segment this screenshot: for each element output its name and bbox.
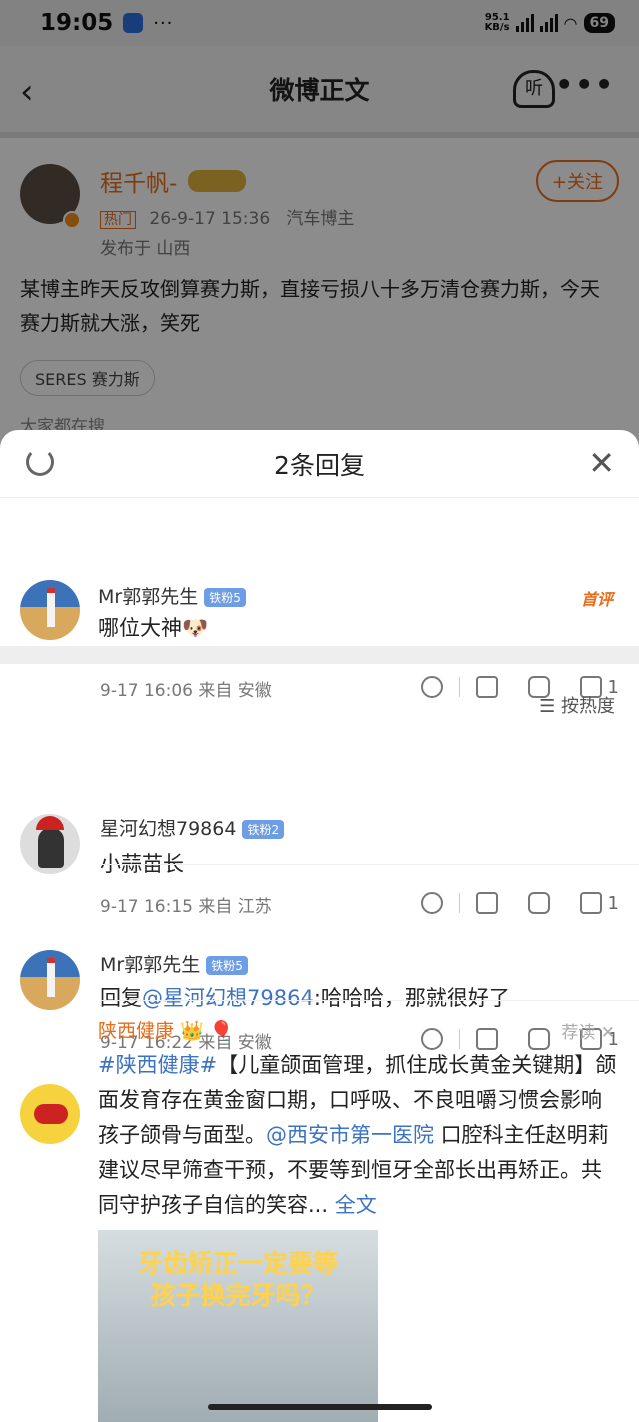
dislike-icon[interactable] — [420, 676, 443, 698]
mention-link[interactable]: @西安市第一医院 — [266, 1123, 434, 1147]
post-text: 某博主昨天反攻倒算赛力斯，直接亏损八十多万清仓赛力斯，今天赛力斯就大涨，笑死 — [20, 277, 600, 335]
more-dots-icon[interactable]: ••• — [555, 68, 615, 101]
share-icon[interactable] — [475, 892, 498, 914]
sheet-header: 2条回复 ✕ — [0, 430, 639, 498]
post-time: 26-9-17 15:36 — [149, 209, 271, 229]
comment-icon[interactable] — [527, 1028, 550, 1050]
post-location: 发布于 山西 — [100, 239, 191, 259]
recommend-tag[interactable]: 荐读 ✕ — [561, 1018, 615, 1043]
hot-tag: 热门 — [100, 211, 136, 229]
full-text-link[interactable]: 全文 — [335, 1193, 377, 1217]
post-image[interactable]: 牙齿矫正一定要等 孩子换完牙吗？ — [98, 1230, 378, 1422]
refresh-icon[interactable] — [26, 448, 54, 476]
app-notification-icon — [123, 13, 144, 33]
comment-actions: 1 — [420, 892, 619, 914]
verified-badge-icon — [63, 211, 81, 229]
comment-user[interactable]: Mr郭郭先生 铁粉5 — [100, 950, 248, 977]
battery-indicator: 69 — [583, 13, 615, 33]
dislike-icon[interactable] — [420, 1028, 443, 1050]
home-indicator[interactable] — [208, 1404, 432, 1410]
share-icon[interactable] — [475, 1028, 498, 1050]
close-icon[interactable]: ✕ — [588, 444, 615, 482]
fan-badge: 铁粉2 — [242, 820, 285, 839]
author-role: 汽车博主 — [286, 209, 355, 229]
dislike-icon[interactable] — [420, 892, 443, 914]
fan-badge: 铁粉5 — [206, 956, 248, 975]
sheet-title: 2条回复 — [274, 450, 365, 480]
comment-text: 哪位大神🐶 — [98, 616, 209, 640]
post-meta: 热门 26-9-17 15:36 汽车博主 — [100, 204, 354, 229]
signal-5g-2-icon — [539, 14, 558, 32]
comment-meta: 9-17 16:06 来自 安徽 — [100, 681, 272, 701]
image-caption: 牙齿矫正一定要等 孩子换完牙吗？ — [137, 1249, 338, 1310]
background-page: 19:05 ··· 95.1 KB/s ◠ 69 ‹ 微博正文 听 ••• 程千帆… — [0, 0, 639, 460]
comment-user[interactable]: Mr郭郭先生 铁粉5 — [98, 582, 246, 609]
author-name[interactable]: 程千帆- — [100, 164, 177, 198]
like-count: 1 — [607, 892, 619, 914]
sort-by-hot-button[interactable]: ☰ 按热度 — [539, 692, 615, 718]
wifi-icon: ◠ — [563, 13, 578, 33]
nav-bar: ‹ 微博正文 听 ••• — [0, 46, 639, 132]
divider — [100, 1000, 639, 1001]
first-comment-tag: 首评 — [580, 590, 613, 609]
comment-meta: 9-17 16:15 来自 江苏 — [100, 897, 272, 917]
chevron-left-icon[interactable]: ‹ — [20, 72, 34, 112]
avatar[interactable] — [20, 1084, 80, 1144]
follow-button[interactable]: +关注 — [535, 160, 619, 202]
comment-text: 小蒜苗长 — [100, 852, 184, 876]
more-notifications-icon: ··· — [153, 12, 174, 34]
section-divider — [0, 646, 639, 664]
network-speed: 95.1 KB/s — [484, 12, 510, 33]
fan-badge: 铁粉5 — [204, 588, 246, 607]
mention-link[interactable]: @星河幻想79864 — [142, 986, 314, 1010]
page-title: 微博正文 — [269, 76, 370, 105]
recommended-text: #陕西健康#【儿童颌面管理，抓住成长黄金关键期】颌面发育存在黄金窗口期，口呼吸、… — [98, 1053, 617, 1217]
headphone-listen-icon[interactable]: 听 — [513, 70, 555, 108]
status-bar: 19:05 ··· 95.1 KB/s ◠ 69 — [0, 0, 639, 46]
replies-sheet: 2条回复 ✕ Mr郭郭先生 铁粉5 首评 哪位大神🐶 9-17 16:06 来自 … — [0, 430, 639, 1422]
share-icon[interactable] — [475, 676, 498, 698]
level-badge-icon — [188, 170, 246, 192]
recommended-author[interactable]: 陕西健康 👑 🎈 — [98, 1016, 233, 1043]
comment-icon[interactable] — [527, 892, 550, 914]
like-icon[interactable] — [579, 892, 602, 914]
hashtag-link[interactable]: #陕西健康# — [98, 1053, 217, 1077]
divider — [100, 864, 639, 865]
topic-chip[interactable]: SERES 赛力斯 — [20, 360, 155, 396]
comment-text: 回复@星河幻想79864:哈哈哈，那就很好了 — [100, 986, 510, 1010]
avatar[interactable] — [20, 950, 80, 1010]
avatar[interactable] — [20, 580, 80, 640]
status-time: 19:05 — [40, 10, 114, 36]
signal-5g-icon — [515, 14, 534, 32]
avatar[interactable] — [20, 814, 80, 874]
comment-user[interactable]: 星河幻想79864 铁粉2 — [100, 814, 285, 841]
weibo-post: 程千帆- 热门 26-9-17 15:36 汽车博主 发布于 山西 +关注 某博… — [0, 138, 639, 460]
